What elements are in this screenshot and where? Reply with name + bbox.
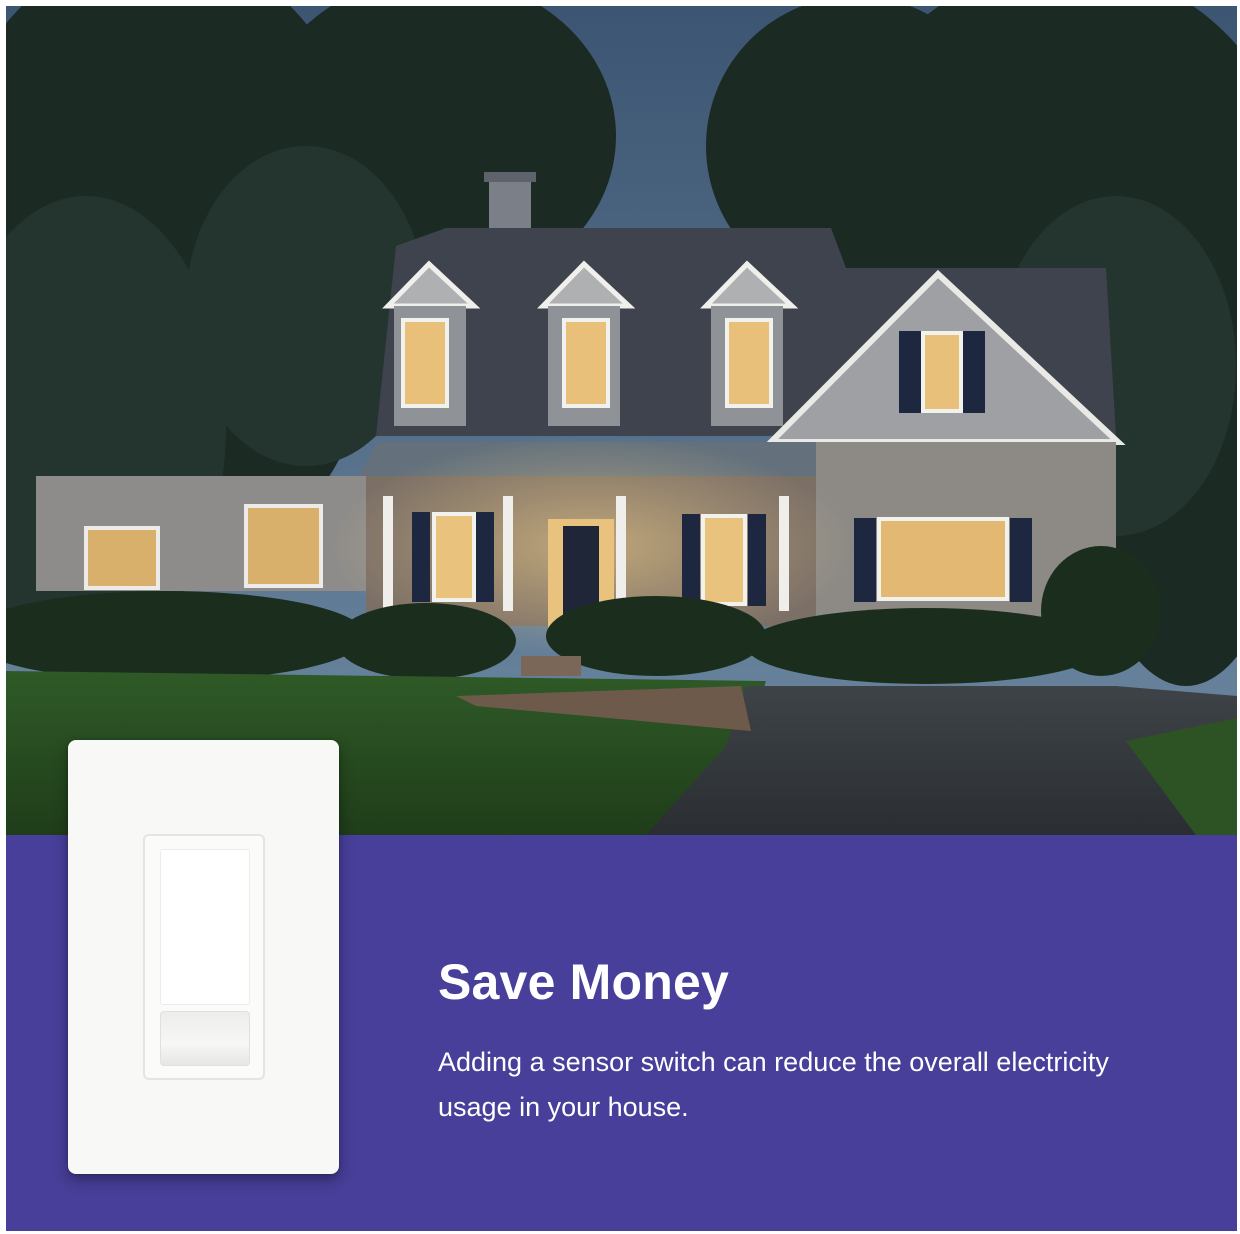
switch-wall-plate xyxy=(68,740,339,1174)
house-photo xyxy=(6,6,1237,835)
headline: Save Money xyxy=(438,954,730,1010)
switch-rocker xyxy=(160,849,250,1005)
body-text: Adding a sensor switch can reduce the ov… xyxy=(438,1047,1109,1122)
sensor-switch xyxy=(143,834,265,1080)
motion-sensor-lens xyxy=(160,1011,250,1066)
product-image-card: Save Money Adding a sensor switch can re… xyxy=(6,6,1237,1231)
